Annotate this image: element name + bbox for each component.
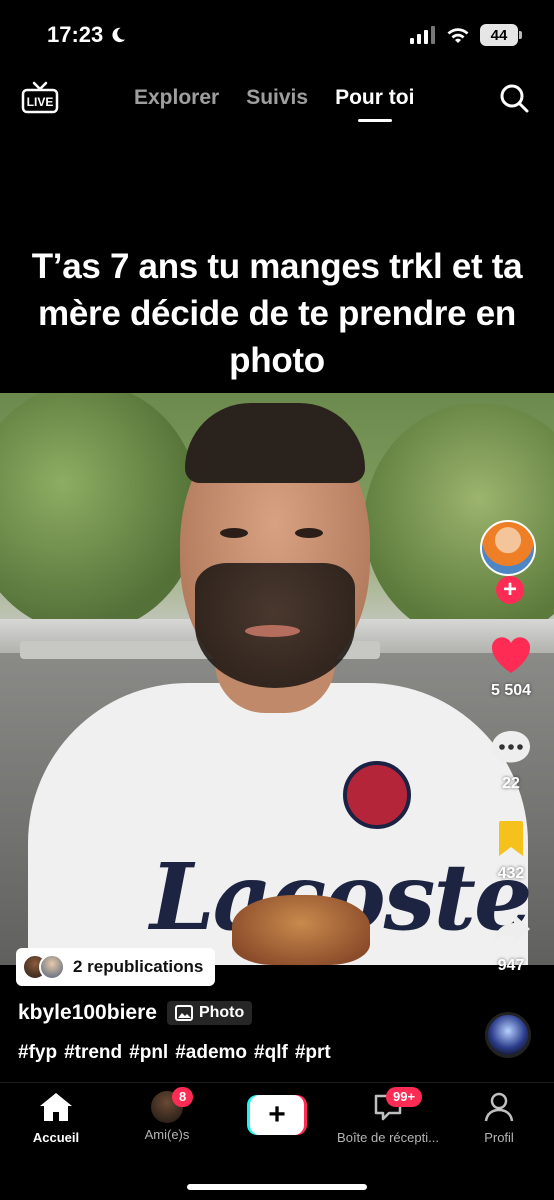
- author-name[interactable]: kbyle100biere: [18, 1001, 157, 1025]
- inbox-badge: 99+: [386, 1087, 423, 1107]
- republications-pill[interactable]: 2 republications: [16, 948, 216, 986]
- comment-count: 22: [502, 775, 520, 792]
- moon-icon: [112, 27, 126, 43]
- status-bar: 17:23 44: [0, 0, 554, 72]
- battery-indicator: 44: [480, 24, 522, 46]
- plus-icon: +: [250, 1095, 304, 1135]
- feed-tabs: Explorer Suivis Pour toi: [134, 86, 414, 110]
- post-caption: T’as 7 ans tu manges trkl et ta mère déc…: [31, 247, 523, 380]
- nav-inbox[interactable]: 99+ Boîte de récepti...: [334, 1087, 442, 1145]
- like-count: 5 504: [490, 682, 532, 699]
- signal-icon: [410, 26, 435, 44]
- tab-explorer[interactable]: Explorer: [134, 86, 219, 110]
- comment-button[interactable]: 22: [482, 728, 540, 793]
- live-button[interactable]: LIVE: [20, 80, 60, 116]
- tab-for-you[interactable]: Pour toi: [335, 86, 414, 110]
- home-icon: [40, 1093, 72, 1121]
- home-indicator: [187, 1184, 367, 1190]
- photo-burger: [232, 895, 370, 965]
- nav-profile[interactable]: Profil: [478, 1091, 520, 1145]
- photo-mouth: [245, 625, 300, 637]
- hashtag[interactable]: #pnl: [129, 1042, 168, 1064]
- nav-inbox-label: Boîte de récepti...: [337, 1130, 439, 1145]
- hashtags: #fyp #trend #pnl #ademo #qlf #prt: [18, 1042, 331, 1064]
- save-button[interactable]: 432: [482, 818, 540, 883]
- share-icon: [492, 914, 530, 946]
- nav-friends-label: Ami(e)s: [144, 1127, 190, 1142]
- profile-icon: [484, 1092, 514, 1122]
- photo-tag: Photo: [166, 1001, 253, 1025]
- heart-icon: [491, 637, 531, 673]
- nav-profile-label: Profil: [484, 1130, 514, 1145]
- hashtag[interactable]: #prt: [295, 1042, 331, 1064]
- search-icon: [500, 84, 529, 113]
- creator-avatar-wrap[interactable]: +: [480, 520, 538, 604]
- tab-following[interactable]: Suivis: [246, 86, 308, 110]
- bottom-nav: Accueil 8 Ami(e)s + 99+ Boîte de récepti…: [0, 1082, 554, 1200]
- top-nav: LIVE Explorer Suivis Pour toi: [0, 72, 554, 132]
- photo-hair: [185, 403, 365, 483]
- hashtag[interactable]: #fyp: [18, 1042, 57, 1064]
- svg-text:LIVE: LIVE: [27, 95, 54, 109]
- hashtag[interactable]: #ademo: [175, 1042, 247, 1064]
- nav-friends[interactable]: 8 Ami(e)s: [138, 1087, 196, 1142]
- nav-home[interactable]: Accueil: [30, 1091, 82, 1145]
- hashtag[interactable]: #qlf: [254, 1042, 288, 1064]
- follow-button[interactable]: +: [496, 576, 524, 604]
- search-button[interactable]: [498, 82, 530, 114]
- status-time-text: 17:23: [47, 22, 104, 47]
- republisher-avatars: [22, 954, 65, 980]
- save-count: 432: [497, 865, 525, 882]
- hashtag[interactable]: #trend: [64, 1042, 122, 1064]
- creator-avatar[interactable]: [480, 520, 536, 576]
- image-icon: [174, 1005, 193, 1021]
- author-row: kbyle100biere Photo: [18, 1001, 253, 1025]
- nav-home-label: Accueil: [32, 1130, 80, 1145]
- wifi-icon: [447, 28, 469, 43]
- post-photo[interactable]: Lacoste: [0, 393, 554, 965]
- republications-label: 2 republications: [73, 957, 204, 976]
- share-button[interactable]: 947: [482, 910, 540, 975]
- live-icon: LIVE: [21, 81, 59, 114]
- photo-eye-left: [220, 528, 248, 538]
- friends-badge: 8: [172, 1087, 194, 1107]
- music-disc[interactable]: [485, 1012, 531, 1058]
- status-icons: 44: [410, 24, 522, 46]
- bookmark-icon: [499, 821, 523, 856]
- like-button[interactable]: 5 504: [482, 635, 540, 700]
- photo-eye-right: [295, 528, 323, 538]
- photo-shirt-badge: [343, 761, 411, 829]
- comment-icon: [492, 731, 530, 766]
- republisher-avatar: [39, 954, 65, 980]
- status-time: 17:23: [47, 22, 127, 48]
- create-button[interactable]: +: [247, 1095, 307, 1135]
- photo-tree-left: [0, 393, 200, 633]
- share-count: 947: [497, 957, 525, 974]
- media-type-label: Photo: [198, 1004, 245, 1021]
